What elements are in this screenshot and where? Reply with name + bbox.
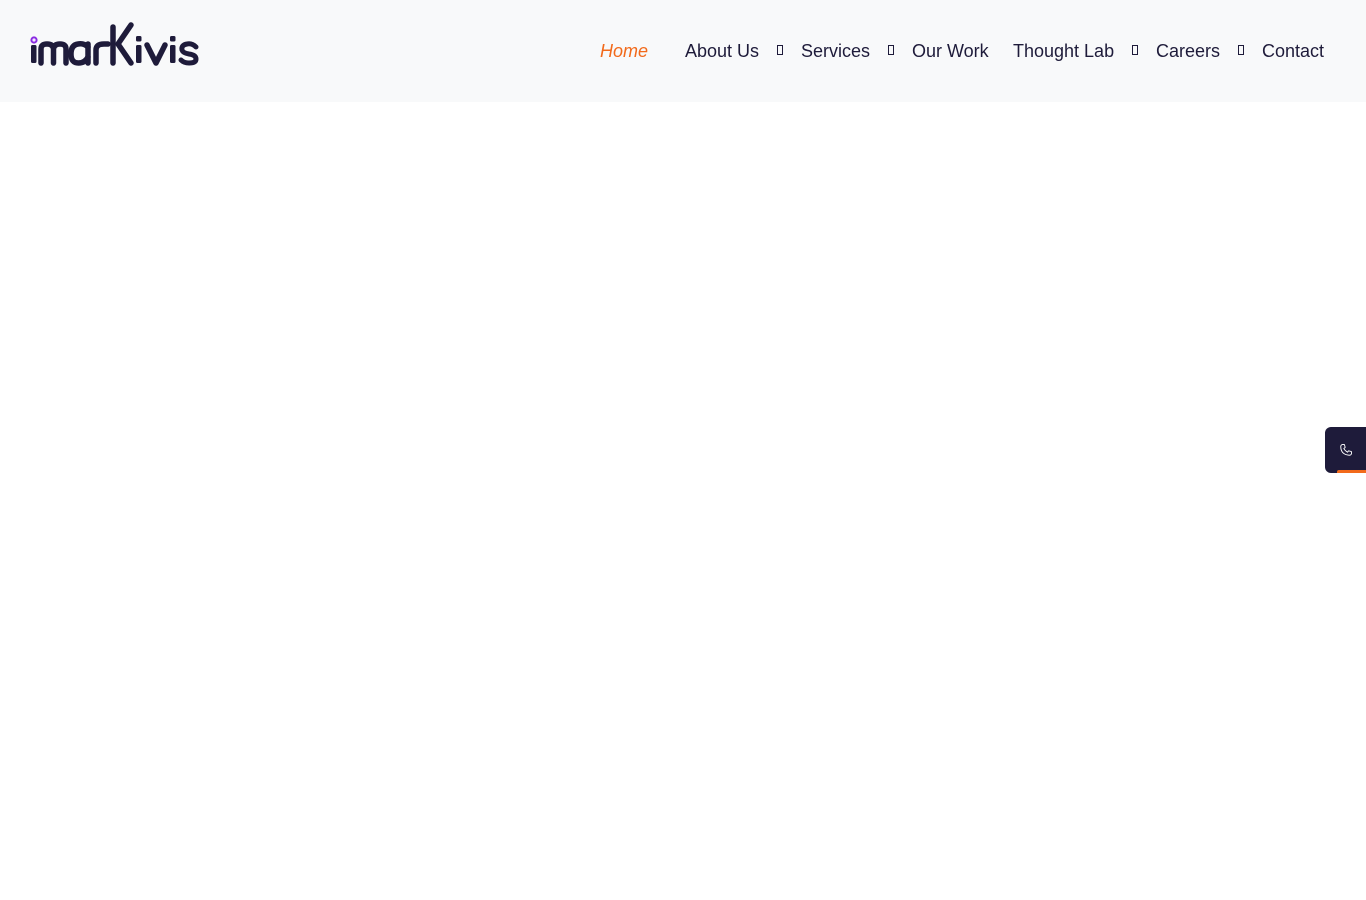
chevron-down-icon[interactable] (888, 45, 894, 55)
site-header: markivis Home About Us Services (0, 0, 1366, 102)
call-button[interactable] (1325, 427, 1366, 473)
chevron-down-icon[interactable] (1132, 45, 1138, 55)
nav-contact[interactable]: Contact (1262, 39, 1324, 63)
page-content (0, 102, 1366, 900)
nav-careers[interactable]: Careers (1156, 39, 1220, 63)
nav-thought-lab[interactable]: Thought Lab (1013, 39, 1114, 63)
chevron-down-icon[interactable] (1238, 45, 1244, 55)
nav-our-work[interactable]: Our Work (912, 39, 989, 63)
phone-icon (1340, 443, 1353, 456)
chevron-down-icon[interactable] (777, 45, 783, 55)
call-button-accent (1337, 470, 1366, 473)
main-nav: Home About Us Services Our Work Thought … (0, 0, 1366, 102)
nav-about-us[interactable]: About Us (685, 39, 759, 63)
nav-home[interactable]: Home (600, 39, 648, 63)
nav-services[interactable]: Services (801, 39, 870, 63)
